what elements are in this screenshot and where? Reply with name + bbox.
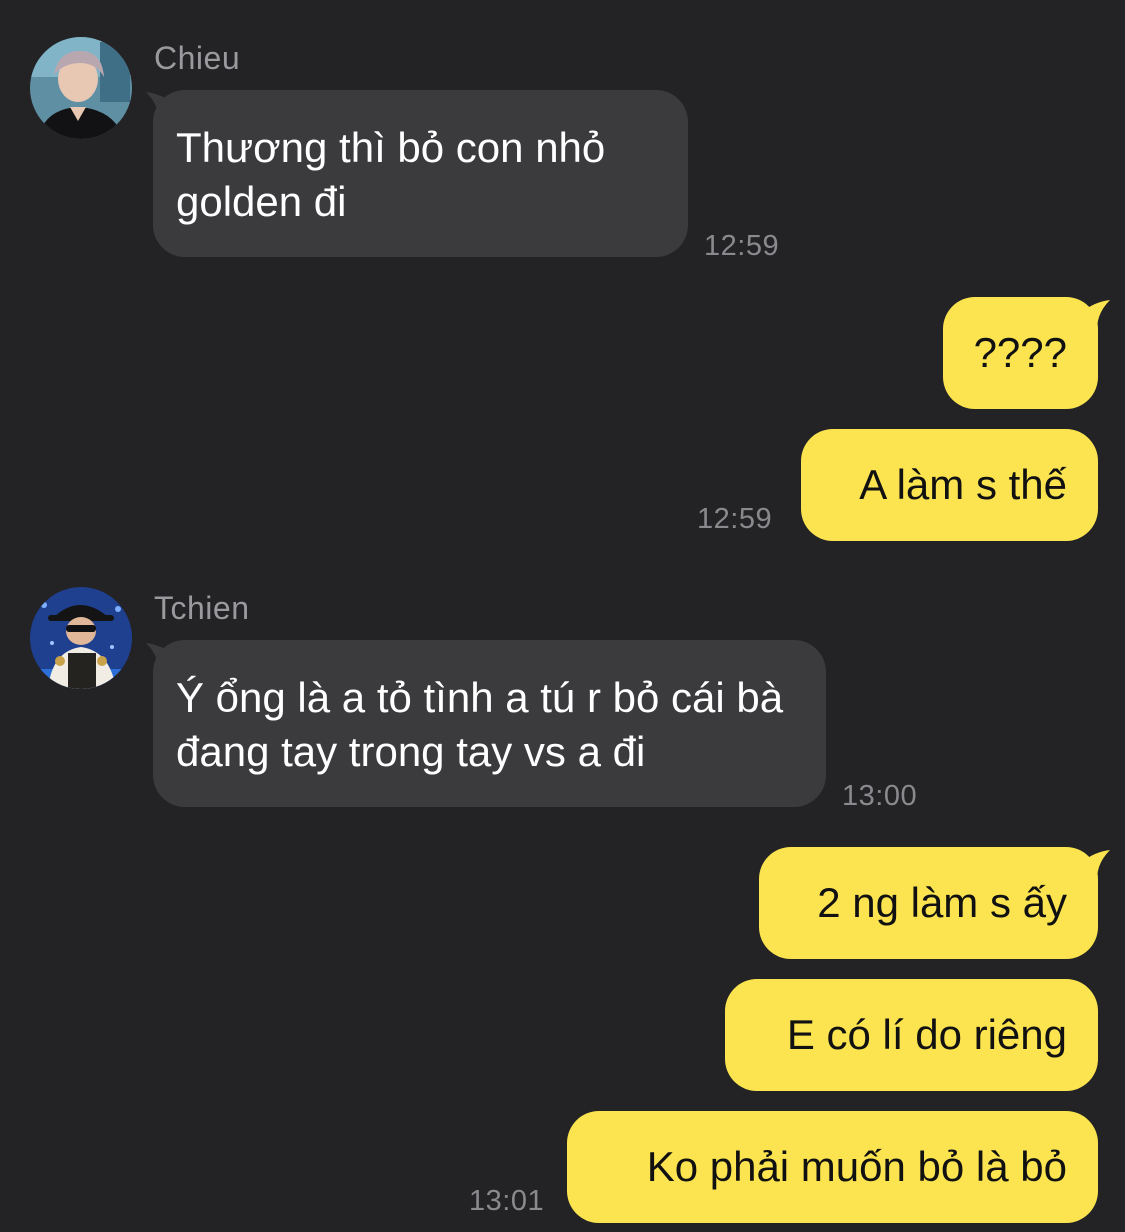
message-timestamp: 12:59 xyxy=(697,503,773,535)
outgoing-message-bubble[interactable]: ???? xyxy=(943,297,1098,409)
message-text: A làm s thế xyxy=(859,461,1067,508)
message-timestamp: 12:59 xyxy=(704,230,780,262)
incoming-message-bubble[interactable]: Ý ổng là a tỏ tình a tú r bỏ cái bà đang… xyxy=(153,640,826,807)
message-text: Thương thì bỏ con nhỏ golden đi xyxy=(176,124,606,225)
sender-name: Tchien xyxy=(154,590,250,626)
avatar-tchien-image xyxy=(30,587,132,689)
outgoing-message-bubble[interactable]: E có lí do riêng xyxy=(725,979,1098,1091)
message-text: ???? xyxy=(973,329,1067,376)
message-text: 2 ng làm s ấy xyxy=(817,879,1067,926)
message-timestamp: 13:00 xyxy=(842,780,918,812)
message-text: E có lí do riêng xyxy=(786,1011,1067,1058)
outgoing-message-bubble[interactable]: Ko phải muốn bỏ là bỏ xyxy=(567,1111,1098,1223)
outgoing-message-bubble[interactable]: A làm s thế xyxy=(801,429,1098,541)
avatar-chieu[interactable] xyxy=(30,37,132,139)
incoming-message-bubble[interactable]: Thương thì bỏ con nhỏ golden đi xyxy=(153,90,688,257)
message-text: Ý ổng là a tỏ tình a tú r bỏ cái bà đang… xyxy=(176,674,784,775)
message-timestamp: 13:01 xyxy=(469,1185,545,1217)
message-text: Ko phải muốn bỏ là bỏ xyxy=(646,1143,1067,1190)
outgoing-message-bubble[interactable]: 2 ng làm s ấy xyxy=(759,847,1098,959)
avatar-chieu-image xyxy=(30,37,132,139)
sender-name: Chieu xyxy=(154,40,241,76)
avatar-tchien[interactable] xyxy=(30,587,132,689)
